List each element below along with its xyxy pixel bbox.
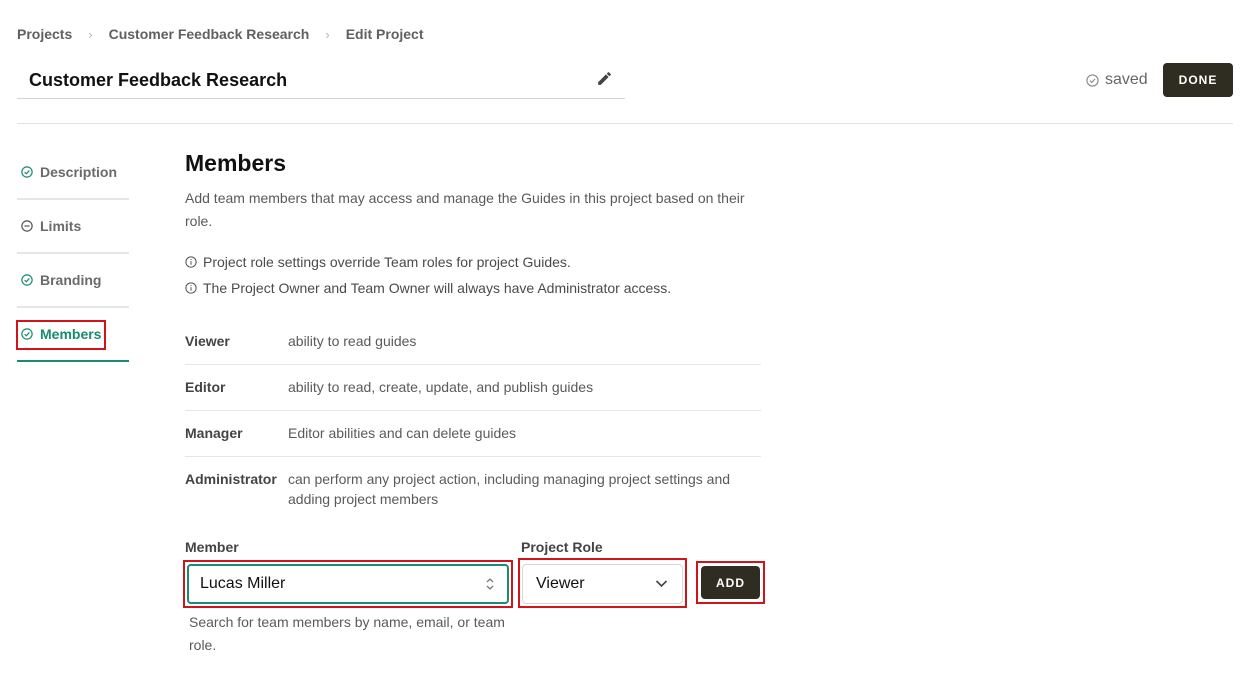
info-note: The Project Owner and Team Owner will al… [185,275,765,301]
member-field-highlight [183,560,513,608]
nav-item-label: Limits [40,218,82,234]
breadcrumb-project[interactable]: Customer Feedback Research [109,26,310,42]
breadcrumb-current: Edit Project [345,26,424,42]
role-row: Editor ability to read, create, update, … [185,365,761,411]
breadcrumb-projects[interactable]: Projects [17,26,72,42]
section-nav: Description Limits Branding Members [16,146,129,362]
role-name: Viewer [185,333,230,349]
project-role-select[interactable]: Viewer [522,564,683,604]
role-name: Administrator [185,471,277,487]
check-circle-icon [21,274,33,286]
info-note: Project role settings override Team role… [185,249,765,275]
done-button[interactable]: DONE [1163,63,1233,97]
info-note-text: Project role settings override Team role… [203,254,571,270]
project-role-value: Viewer [536,575,585,592]
member-label: Member [185,539,239,555]
member-helper-text: Search for team members by name, email, … [189,614,505,653]
nav-item-members[interactable]: Members [16,308,129,362]
section-heading: Members [185,150,286,176]
role-description: ability to read guides [288,333,417,349]
header-divider [17,123,1233,124]
project-role-label: Project Role [521,539,603,555]
breadcrumb: Projects › Customer Feedback Research › … [17,26,424,42]
role-definitions: Viewer ability to read guides Editor abi… [185,319,761,522]
role-row: Manager Editor abilities and can delete … [185,411,761,457]
info-note-text: The Project Owner and Team Owner will al… [203,280,672,296]
role-row: Viewer ability to read guides [185,319,761,365]
breadcrumb-separator: › [325,26,330,42]
save-status-text: saved [1105,71,1148,88]
updown-chevron-icon [486,578,494,590]
nav-item-limits[interactable]: Limits [17,200,129,254]
check-circle-icon [21,166,33,178]
highlight-box [16,320,106,350]
info-icon [185,256,197,268]
member-search-input[interactable] [187,564,509,604]
info-notes: Project role settings override Team role… [185,249,765,301]
chevron-down-icon [655,580,668,588]
role-row: Administrator can perform any project ac… [185,457,761,522]
nav-item-label: Branding [40,272,102,288]
add-button-highlight: ADD [696,561,765,604]
check-circle-icon [1086,73,1099,87]
role-field-highlight: Viewer [518,558,687,608]
role-description: Editor abilities and can delete guides [288,425,517,441]
role-description: ability to read, create, update, and pub… [288,379,594,395]
section-intro: Add team members that may access and man… [185,190,745,229]
nav-item-branding[interactable]: Branding [17,254,129,308]
role-name: Editor [185,379,226,395]
nav-item-description[interactable]: Description [17,146,129,200]
minus-circle-icon [21,220,33,232]
add-member-button[interactable]: ADD [701,566,760,599]
role-name: Manager [185,425,243,441]
nav-item-label: Description [40,164,118,180]
project-title: Customer Feedback Research [29,70,288,90]
breadcrumb-separator: › [88,26,93,42]
save-status: saved [1086,71,1148,89]
info-icon [185,282,197,294]
project-title-field[interactable]: Customer Feedback Research [17,62,625,99]
role-description: can perform any project action, includin… [288,471,731,507]
members-section: Members Add team members that may access… [185,150,765,522]
pencil-icon[interactable] [596,70,613,87]
